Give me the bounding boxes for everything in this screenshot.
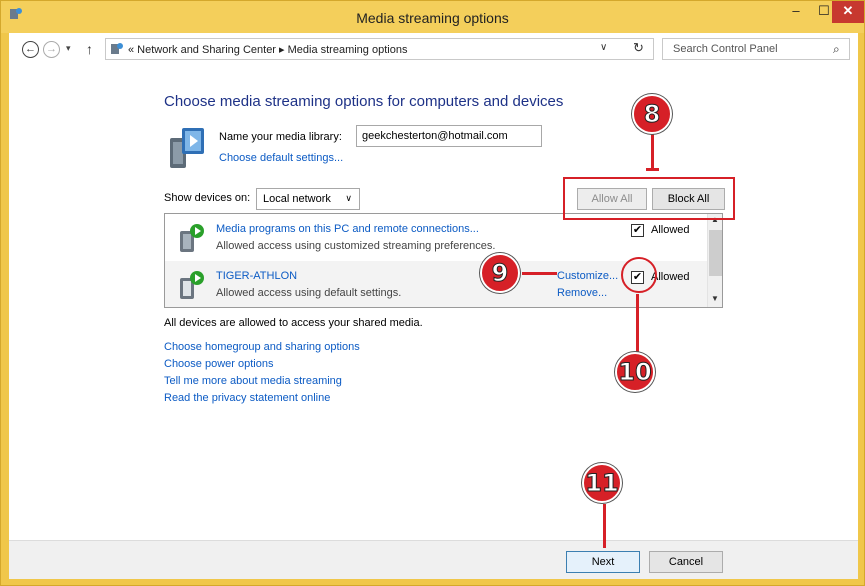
callout-highlight-box: [563, 177, 735, 220]
media-streaming-help-link[interactable]: Tell me more about media streaming: [164, 375, 360, 392]
next-button[interactable]: Next: [566, 551, 640, 573]
chevron-down-icon[interactable]: ∨: [600, 42, 607, 53]
recent-locations-icon[interactable]: ▾: [66, 43, 71, 54]
callout-circle: [621, 257, 657, 293]
window-client: ← → ▾ ↑ « Network and Sharing Center ▸ M…: [9, 33, 858, 579]
callout-arrow: [636, 294, 639, 354]
up-button[interactable]: ↑: [86, 41, 93, 57]
footer-bar: Next Cancel: [9, 540, 858, 579]
search-input[interactable]: Search Control Panel ⌕: [662, 38, 850, 60]
library-name-label: Name your media library:: [219, 131, 342, 143]
address-field[interactable]: « Network and Sharing Center ▸ Media str…: [105, 38, 654, 60]
callout-badge-9: 9: [480, 253, 520, 293]
cancel-button[interactable]: Cancel: [649, 551, 723, 573]
forward-button[interactable]: →: [43, 41, 60, 58]
scrollbar[interactable]: ▲ ▼: [707, 214, 722, 307]
scroll-thumb[interactable]: [709, 230, 722, 276]
window-frame: Media streaming options ‒ ☐ ✕ ← → ▾ ↑ « …: [0, 0, 865, 586]
list-item[interactable]: Media programs on this PC and remote con…: [165, 214, 707, 260]
library-name-field[interactable]: geekchesterton@hotmail.com: [356, 125, 542, 147]
callout-badge-11: 11: [582, 463, 622, 503]
show-devices-label: Show devices on:: [164, 192, 251, 204]
choose-default-settings-link[interactable]: Choose default settings...: [219, 152, 343, 164]
search-placeholder: Search Control Panel: [673, 43, 778, 55]
all-devices-allowed-text: All devices are allowed to access your s…: [164, 317, 423, 329]
window-title: Media streaming options: [356, 10, 509, 26]
homegroup-sharing-link[interactable]: Choose homegroup and sharing options: [164, 341, 360, 358]
refresh-icon[interactable]: ↻: [633, 40, 644, 56]
show-devices-value: Local network: [263, 193, 331, 205]
callout-badge-10: 10: [615, 352, 655, 392]
device-status: Allowed access using default settings.: [216, 287, 402, 299]
minimize-button[interactable]: ‒: [782, 1, 810, 23]
allowed-checkbox[interactable]: ✔: [631, 224, 644, 237]
media-library-icon: [170, 128, 204, 168]
title-bar[interactable]: Media streaming options ‒ ☐ ✕: [1, 1, 864, 33]
scroll-down-icon[interactable]: ▼: [711, 294, 719, 303]
control-panel-icon: [111, 43, 123, 54]
allowed-label: Allowed: [651, 224, 690, 236]
callout-badge-8: 8: [632, 94, 672, 134]
privacy-statement-link[interactable]: Read the privacy statement online: [164, 392, 360, 409]
callout-arrow: [603, 504, 606, 548]
customize-link[interactable]: Customize...: [557, 270, 618, 282]
device-name-link[interactable]: Media programs on this PC and remote con…: [216, 223, 479, 235]
device-name-link[interactable]: TIGER-ATHLON: [216, 270, 297, 282]
show-devices-select[interactable]: Local network ∨: [256, 188, 360, 210]
breadcrumb[interactable]: « Network and Sharing Center ▸ Media str…: [128, 43, 407, 56]
callout-arrow: [522, 272, 557, 275]
address-bar: ← → ▾ ↑ « Network and Sharing Center ▸ M…: [9, 33, 858, 65]
device-icon: [180, 271, 204, 299]
callout-arrow: [651, 133, 654, 171]
callout-arrow-head: [646, 168, 659, 171]
close-button[interactable]: ✕: [832, 1, 864, 23]
page-title: Choose media streaming options for compu…: [164, 93, 564, 110]
remove-link[interactable]: Remove...: [557, 287, 607, 299]
device-status: Allowed access using customized streamin…: [216, 240, 496, 252]
related-links: Choose homegroup and sharing options Cho…: [164, 341, 360, 409]
search-icon[interactable]: ⌕: [833, 42, 840, 57]
power-options-link[interactable]: Choose power options: [164, 358, 360, 375]
back-button[interactable]: ←: [22, 41, 39, 58]
chevron-down-icon: ∨: [345, 193, 352, 203]
device-icon: [180, 224, 204, 252]
